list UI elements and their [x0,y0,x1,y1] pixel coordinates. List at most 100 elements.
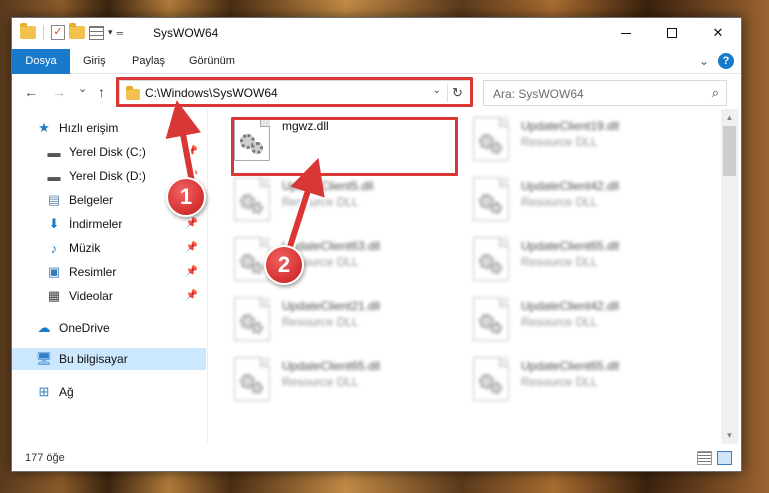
up-button[interactable]: ↑ [98,84,105,100]
file-name: UpdateClient65.dll [282,359,381,373]
pin-icon: 📌 [185,290,198,301]
maximize-icon [667,28,677,38]
scroll-down-icon[interactable]: ▼ [721,427,738,444]
file-type: Resource DLL [521,255,598,269]
sidebar-item-onedrive[interactable]: ☁ OneDrive [12,317,206,339]
file-item[interactable]: UpdateClient63.dll Resource DLL [209,229,439,285]
tab-home[interactable]: Giriş [83,49,106,74]
file-name: UpdateClient65.dll [521,359,620,373]
ribbon: Dosya Giriş Paylaş Görünüm ⌄ ? [12,49,741,74]
sidebar-item-downloads[interactable]: ⬇ İndirmeler 📌 [12,213,206,235]
pin-icon: 📌 [185,242,198,253]
search-placeholder[interactable]: Ara: SysWOW64 [493,87,584,101]
sidebar-item-this-pc[interactable]: 🖥 Bu bilgisayar [12,348,206,370]
dll-file-icon [473,117,509,161]
file-name: UpdateClient42.dll [521,179,620,193]
tab-view[interactable]: Görünüm [189,49,235,74]
tab-share[interactable]: Paylaş [132,49,165,74]
minimize-button[interactable] [603,18,649,48]
gear-icon [490,262,502,274]
sidebar-item-label: Yerel Disk (D:) [69,169,146,183]
search-icon[interactable]: ⌕ [712,85,719,101]
network-icon: ⊞ [38,384,50,399]
sidebar-item-local-disk-c[interactable]: ▬ Yerel Disk (C:) 📌 [12,141,206,163]
step-1-badge: 1 [166,177,206,217]
drive-icon: ▬ [47,144,61,160]
computer-icon: 🖥 [35,351,53,366]
sidebar-item-label: OneDrive [59,321,110,335]
gear-icon [490,202,502,214]
sidebar-item-music[interactable]: ♪ Müzik 📌 [12,237,206,259]
file-item[interactable]: UpdateClient5.dll Resource DLL [209,169,439,225]
minimize-icon [621,32,631,34]
file-name: UpdateClient21.dll [282,299,381,313]
gear-icon [490,142,502,154]
sidebar-item-videos[interactable]: ▦ Videolar 📌 [12,285,206,307]
status-bar: 177 öğe [12,446,741,471]
tab-file[interactable]: Dosya [12,49,70,74]
dll-file-icon [234,177,270,221]
step-2-badge: 2 [264,245,304,285]
cloud-icon: ☁ [37,320,51,335]
chevron-down-icon[interactable]: ⌄ [699,54,709,68]
sidebar-item-quick-access[interactable]: ★ Hızlı erişim [12,117,206,139]
file-type: Resource DLL [521,195,598,209]
file-type: Resource DLL [282,195,359,209]
dll-file-icon [473,357,509,401]
gear-icon [251,382,263,394]
sidebar-item-pictures[interactable]: ▣ Resimler 📌 [12,261,206,283]
file-item[interactable]: UpdateClient42.dll Resource DLL [448,289,678,345]
toolbar-divider [43,25,44,40]
music-icon: ♪ [50,240,58,256]
pin-icon: 📌 [185,146,198,157]
dll-file-icon [473,237,509,281]
properties-check-icon[interactable]: ✓ [51,25,65,40]
dll-file-icon [473,297,509,341]
drive-icon: ▬ [47,168,61,184]
close-icon: ✕ [712,25,724,40]
qat-dropdown-icon[interactable]: ▾ [108,27,113,38]
maximize-button[interactable] [649,18,695,48]
file-name: UpdateClient42.dll [521,299,620,313]
sidebar-item-network[interactable]: ⊞ Ağ [12,381,206,403]
back-button[interactable]: ← [24,84,38,100]
sidebar-item-label: Videolar [69,289,113,303]
sidebar-item-label: Müzik [69,241,101,255]
file-name: UpdateClient65.dll [521,239,620,253]
file-item[interactable]: UpdateClient65.dll Resource DLL [448,229,678,285]
customize-qat-icon[interactable]: ═ [117,28,123,38]
gear-icon [251,322,263,334]
file-name: UpdateClient19.dll [521,119,620,133]
file-type: Resource DLL [521,375,598,389]
download-icon: ⬇ [48,216,60,231]
title-bar: ✓ ▾ ═ SysWOW64 ✕ [12,18,741,49]
file-item[interactable]: UpdateClient65.dll Resource DLL [448,349,678,405]
scroll-thumb[interactable] [723,126,736,176]
search-box[interactable]: Ara: SysWOW64 ⌕ [483,80,727,106]
tiles-view-icon[interactable] [717,451,732,465]
sidebar-item-label: Bu bilgisayar [59,352,128,366]
vertical-scrollbar[interactable]: ▲ ▼ [721,109,738,444]
file-type: Resource DLL [521,315,598,329]
close-button[interactable]: ✕ [695,18,741,48]
file-item[interactable]: UpdateClient21.dll Resource DLL [209,289,439,345]
file-item[interactable]: UpdateClient42.dll Resource DLL [448,169,678,225]
new-folder-icon[interactable] [69,23,85,39]
file-item[interactable]: UpdateClient65.dll Resource DLL [209,349,439,405]
navigation-bar: ← → ⌄ ↑ C:\Windows\SysWOW64 ⌄ ↻ Ara: Sys… [12,75,741,108]
file-item[interactable]: UpdateClient19.dll Resource DLL [448,109,678,165]
recent-locations-button[interactable]: ⌄ [78,82,87,95]
navigation-pane: ★ Hızlı erişim ▬ Yerel Disk (C:) 📌 ▬ Yer… [12,109,208,444]
sidebar-item-label: Hızlı erişim [59,121,119,135]
gear-icon [251,202,263,214]
file-name: UpdateClient5.dll [282,179,374,193]
pictures-icon: ▣ [47,264,61,279]
gear-icon [490,382,502,394]
help-icon[interactable]: ? [718,53,734,69]
scroll-up-icon[interactable]: ▲ [721,109,738,126]
forward-button[interactable]: → [52,84,66,100]
properties-icon[interactable] [89,25,104,40]
gear-icon [251,262,263,274]
sidebar-item-label: İndirmeler [69,217,123,231]
details-view-icon[interactable] [697,451,712,465]
